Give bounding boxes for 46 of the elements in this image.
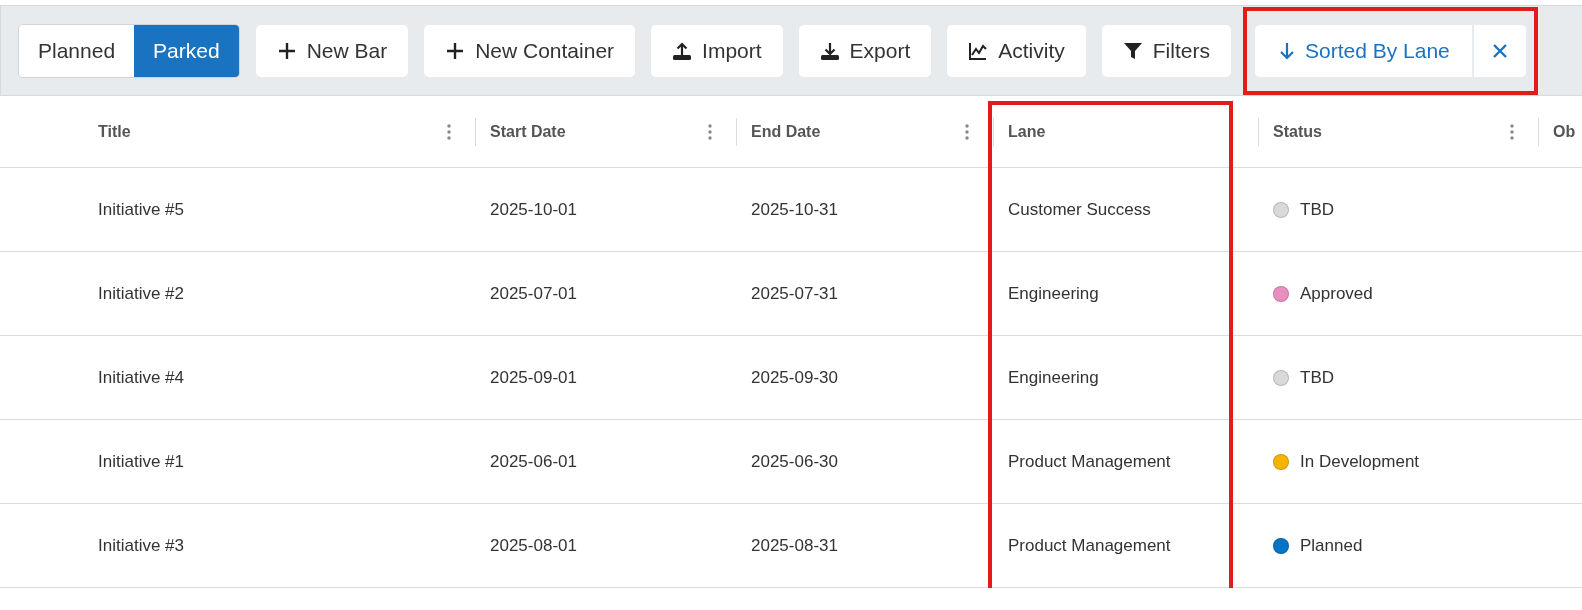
table-cell: 2025-10-31 — [751, 199, 838, 220]
table-cell: 2025-10-01 — [490, 199, 577, 220]
plus-icon — [445, 40, 466, 61]
status-label: In Development — [1300, 451, 1420, 472]
toolbar-button[interactable]: Export — [798, 24, 932, 77]
table-cell: Initiative #3 — [98, 535, 184, 556]
table-cell: Product Management — [1008, 451, 1171, 472]
table-cell: Product Management — [1008, 535, 1171, 556]
close-icon — [1491, 42, 1508, 59]
table-cell: Initiative #2 — [98, 283, 184, 304]
upload-icon — [672, 40, 693, 61]
clear-sort-button[interactable] — [1471, 24, 1526, 77]
table-cell: 2025-07-01 — [490, 283, 577, 304]
toolbar-button[interactable]: New Bar — [255, 24, 409, 77]
kebab-menu-icon[interactable] — [708, 123, 712, 140]
table-cell: 2025-08-01 — [490, 535, 577, 556]
status-label: TBD — [1300, 367, 1334, 388]
status-label: Approved — [1300, 283, 1373, 304]
toolbar-button[interactable]: Activity — [947, 24, 1086, 77]
toolbar-button[interactable]: Filters — [1101, 24, 1231, 77]
toolbar-button[interactable]: Import — [651, 24, 783, 77]
status-label: TBD — [1300, 199, 1334, 220]
table-cell: Engineering — [1008, 283, 1099, 304]
table-cell: 2025-06-30 — [751, 451, 838, 472]
table-cell: 2025-09-30 — [751, 367, 838, 388]
download-icon — [819, 40, 840, 61]
plus-icon — [276, 40, 297, 61]
table-cell: 2025-06-01 — [490, 451, 577, 472]
table-cell: Engineering — [1008, 367, 1099, 388]
table-cell: Customer Success — [1008, 199, 1151, 220]
status-label: Planned — [1300, 535, 1363, 556]
table-cell: 2025-09-01 — [490, 367, 577, 388]
table-cell: Initiative #5 — [98, 199, 184, 220]
filter-icon — [1122, 40, 1143, 61]
kebab-menu-icon[interactable] — [1510, 123, 1514, 140]
kebab-menu-icon[interactable] — [965, 123, 969, 140]
kebab-menu-icon[interactable] — [447, 123, 451, 140]
view-tab[interactable]: Planned — [19, 24, 135, 77]
toolbar-button[interactable]: New Container — [424, 24, 636, 77]
table-cell: 2025-08-31 — [751, 535, 838, 556]
table-cell: Initiative #4 — [98, 367, 184, 388]
view-tab[interactable]: Parked — [134, 24, 239, 77]
sort-button[interactable]: Sorted By Lane — [1254, 24, 1472, 77]
table-cell: Initiative #1 — [98, 451, 184, 472]
line-chart-icon — [968, 40, 989, 61]
table-cell: 2025-07-31 — [751, 283, 838, 304]
